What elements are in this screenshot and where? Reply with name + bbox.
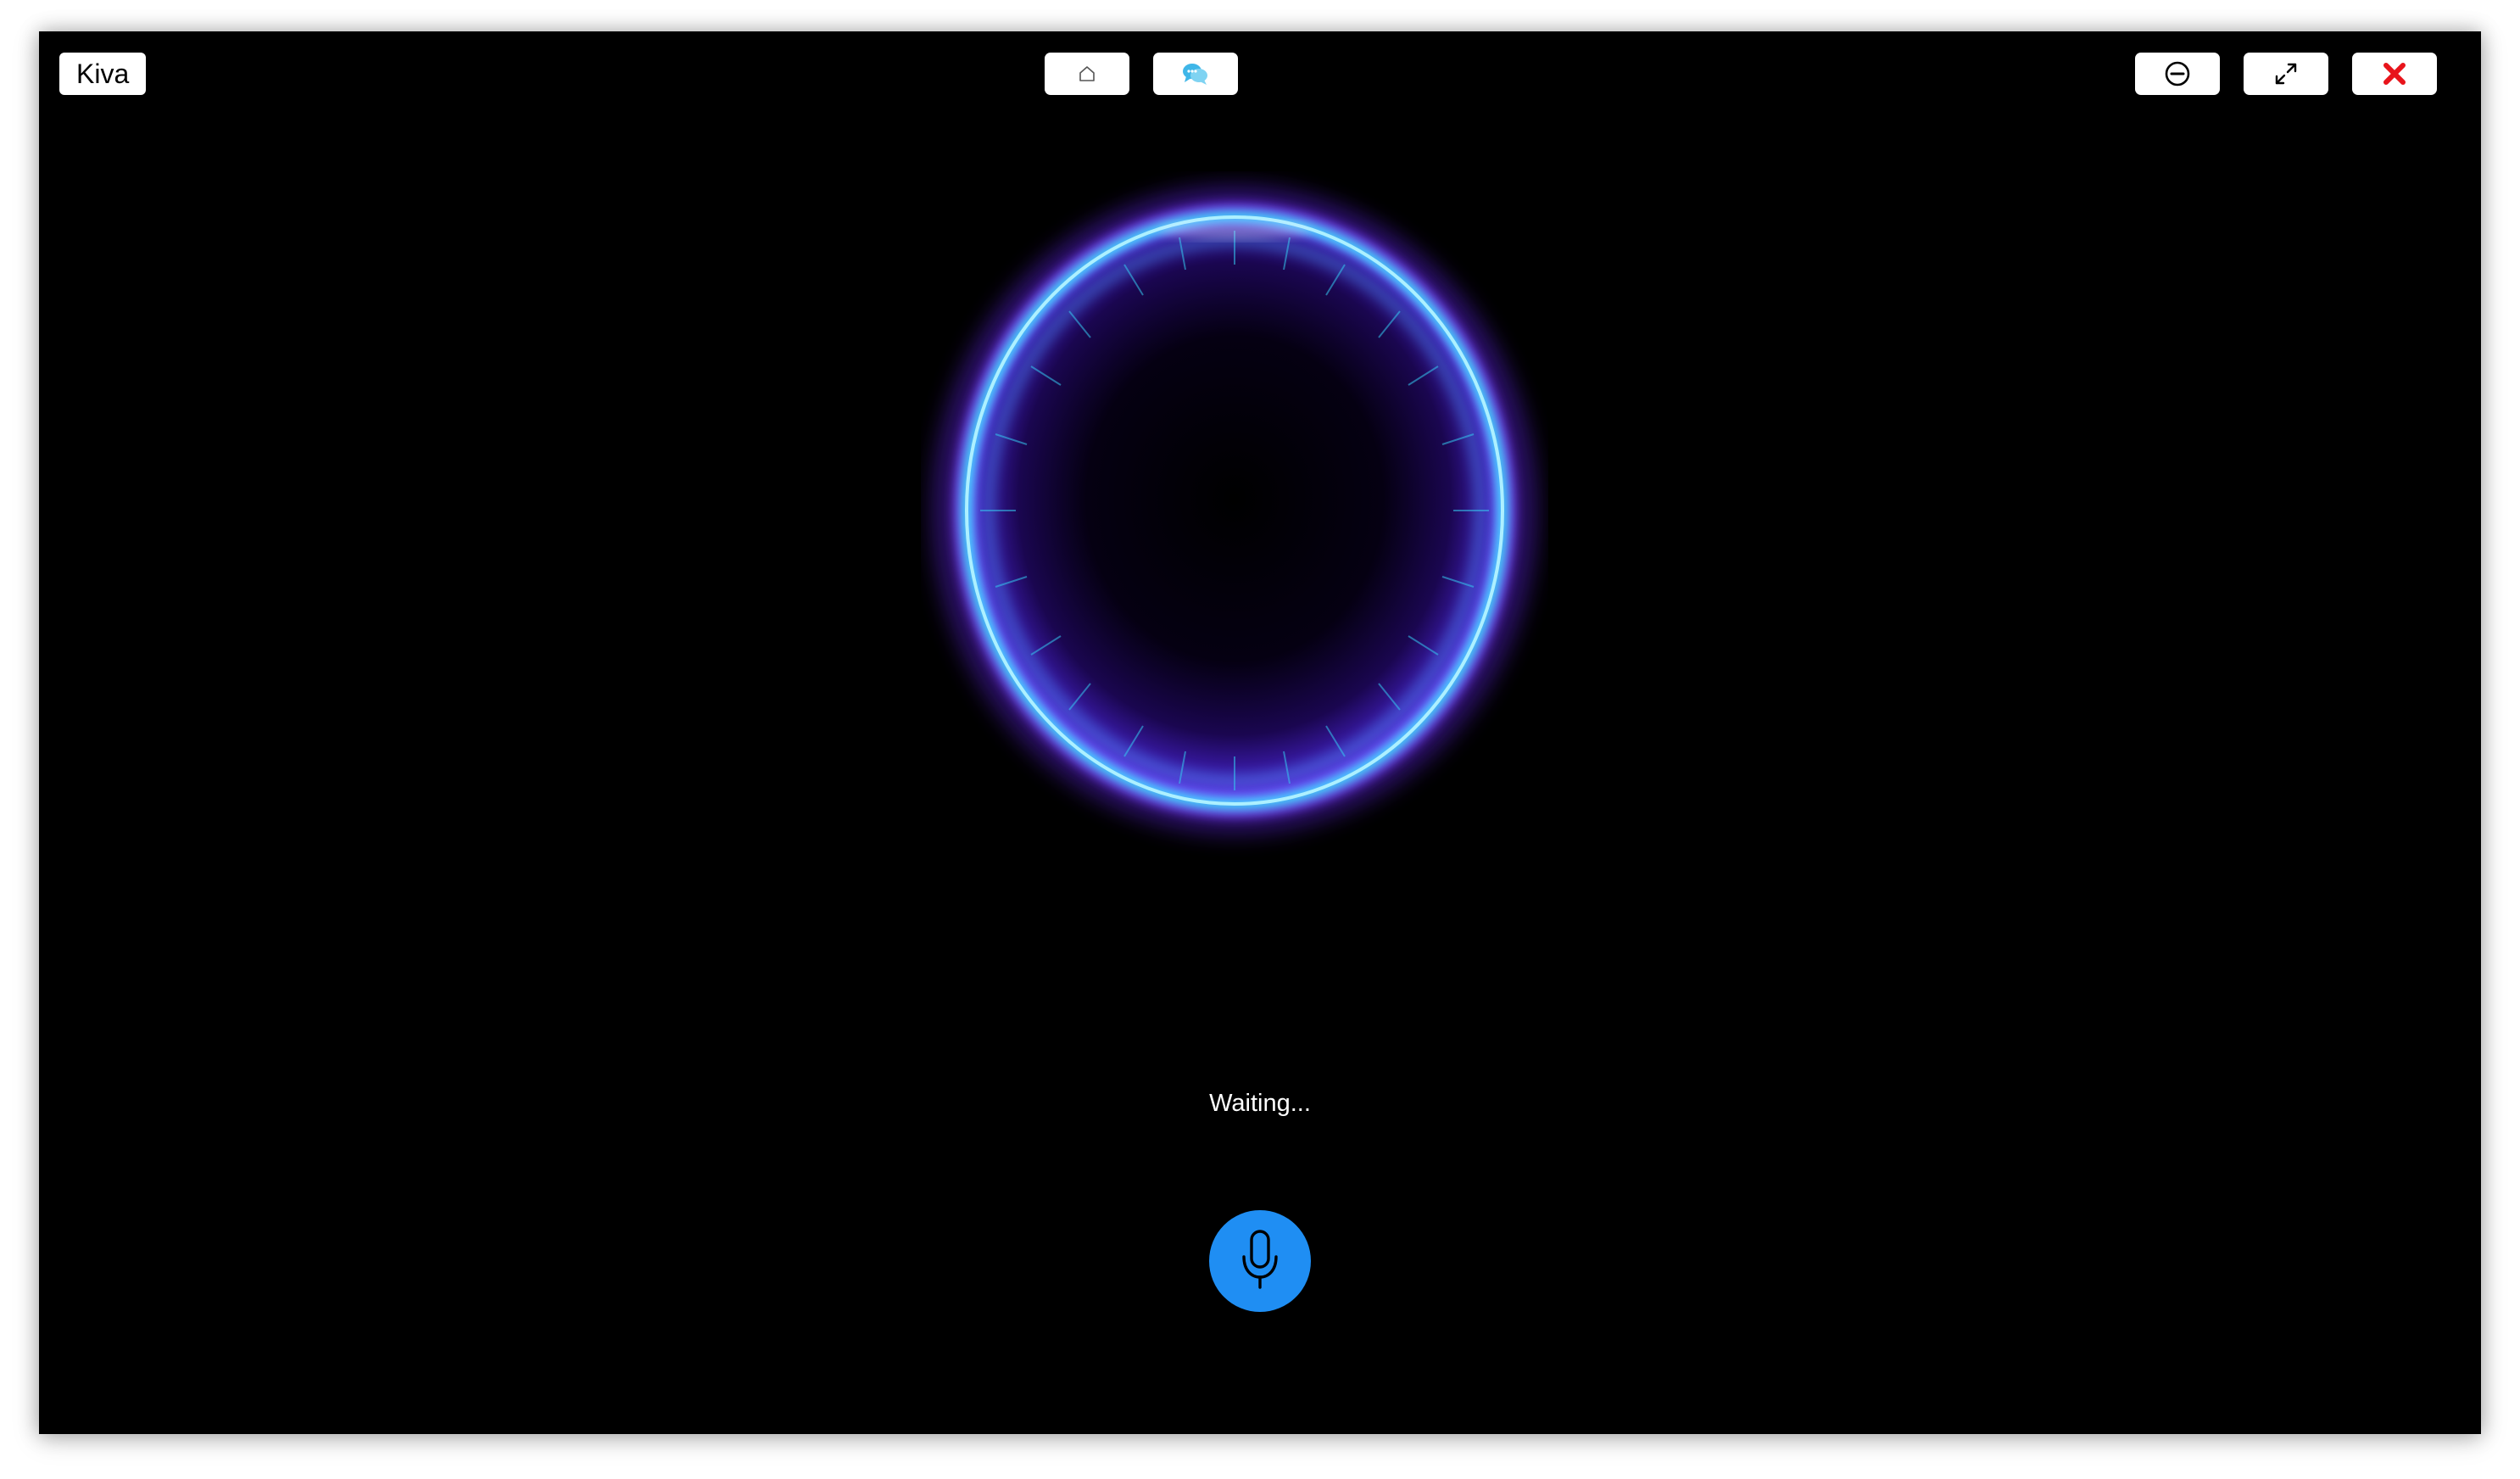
expand-arrows-icon — [2272, 60, 2300, 87]
close-button[interactable] — [2352, 53, 2437, 95]
microphone-icon — [1236, 1226, 1284, 1297]
fullscreen-button[interactable] — [2244, 53, 2328, 95]
status-text: Waiting... — [1209, 1090, 1311, 1117]
minimize-button[interactable] — [2135, 53, 2220, 95]
chat-button[interactable] — [1153, 53, 1238, 95]
glowing-ring-orb — [929, 171, 1540, 850]
red-x-icon — [2381, 60, 2408, 87]
app-title: Kiva — [59, 53, 147, 95]
chat-bubbles-icon — [1181, 61, 1210, 87]
microphone-button[interactable] — [1209, 1210, 1311, 1312]
home-icon — [1078, 64, 1096, 83]
app-window: Kiva Waiting... — [39, 31, 2481, 1434]
minus-circle-icon — [2164, 60, 2191, 87]
home-button[interactable] — [1045, 53, 1129, 95]
